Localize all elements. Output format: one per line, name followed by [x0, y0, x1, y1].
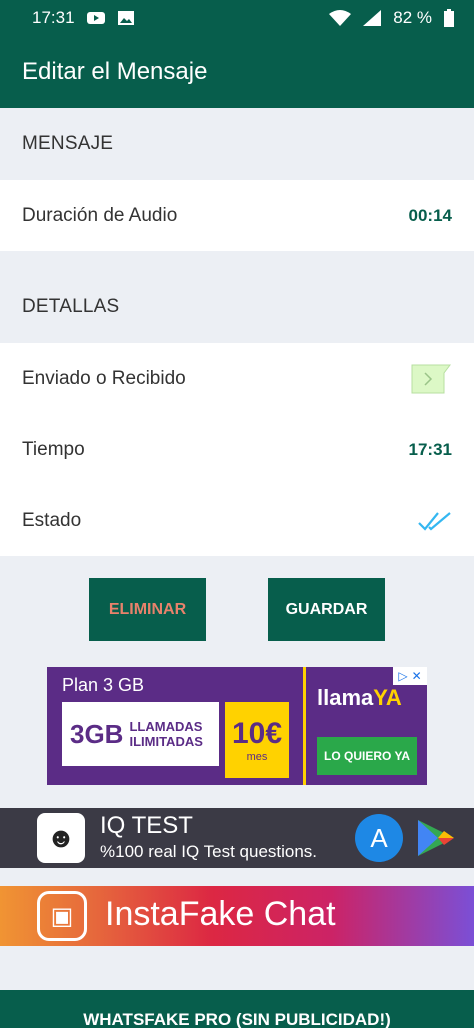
ad-banner-iq-test[interactable]: ☻ IQ TEST %100 real IQ Test questions. A [0, 808, 474, 868]
section-header-detalles: DETALLAS [0, 271, 474, 343]
pro-upgrade-label: WHATSFAKE PRO (SIN PUBLICIDAD!) [83, 1010, 391, 1028]
google-play-icon[interactable] [414, 818, 458, 858]
ad-price-period: mes [246, 751, 268, 763]
action-buttons: ELIMINAR GUARDAR [0, 556, 474, 666]
audio-duration-row[interactable]: Duración de Audio 00:14 [0, 180, 474, 251]
ad-divider [303, 667, 306, 785]
pro-upgrade-button[interactable]: WHATSFAKE PRO (SIN PUBLICIDAD!) [0, 990, 474, 1028]
delete-button[interactable]: ELIMINAR [89, 578, 206, 641]
battery-icon [444, 9, 454, 27]
ad-banner-llamaya[interactable]: Plan 3 GB 3GB LLAMADAS ILIMITADAS 10€ me… [47, 667, 427, 785]
ad-banner-instafake[interactable]: ▣ InstaFake Chat [0, 886, 474, 946]
ad-info-icon[interactable]: ▷ [398, 669, 407, 683]
sent-received-row[interactable]: Enviado o Recibido [0, 343, 474, 414]
brain-head-icon: ☻ [37, 813, 85, 863]
time-value[interactable]: 17:31 [409, 440, 452, 460]
ad-instafake-title: InstaFake Chat [105, 895, 336, 933]
ad-offer-line2: ILIMITADAS [129, 734, 203, 749]
image-icon [117, 11, 134, 25]
ad-offer-gb: 3GB [70, 718, 124, 749]
status-row[interactable]: Estado [0, 485, 474, 556]
battery-percent: 82 % [393, 8, 432, 27]
ad-plan-text: Plan 3 GB [62, 675, 145, 695]
inbox-icon: ▣ [37, 891, 87, 941]
sent-bubble-icon[interactable] [410, 363, 452, 395]
audio-duration-value[interactable]: 00:14 [409, 206, 452, 226]
ad-brand-a: llama [317, 685, 374, 710]
ad-iq-title: IQ TEST [100, 812, 193, 839]
ad-price-tag: 10€ mes [225, 702, 289, 778]
audio-duration-label: Duración de Audio [22, 204, 178, 226]
ad-choices-icon[interactable]: ▷ ✕ [393, 667, 427, 685]
ad-close-icon[interactable]: ✕ [412, 669, 422, 683]
time-label: Tiempo [22, 438, 85, 460]
ad-offer-line1: LLAMADAS [129, 719, 203, 734]
ad-brand-b: YA [373, 685, 402, 710]
section-header-mensaje: MENSAJE [0, 108, 474, 180]
youtube-icon [86, 12, 105, 24]
signal-icon [363, 10, 382, 26]
app-store-icon[interactable]: A [355, 814, 403, 862]
ad-cta-button[interactable]: LO QUIERO YA [317, 737, 417, 775]
status-time: 17:31 [32, 8, 75, 27]
ad-price: 10€ [231, 717, 283, 750]
ad-iq-subtitle: %100 real IQ Test questions. [100, 842, 318, 861]
double-check-icon[interactable] [418, 510, 452, 532]
sent-received-label: Enviado o Recibido [22, 367, 186, 389]
status-label: Estado [22, 509, 82, 531]
app-bar: Editar el Mensaje [0, 36, 474, 108]
ad-offer-box: 3GB LLAMADAS ILIMITADAS [62, 702, 219, 766]
status-bar: 17:31 82 % [0, 0, 474, 36]
page-title: Editar el Mensaje [22, 58, 208, 85]
time-row[interactable]: Tiempo 17:31 [0, 414, 474, 485]
wifi-icon [329, 10, 352, 26]
ad-brand-logo: llamaYA [317, 685, 402, 711]
section-gap [0, 251, 474, 271]
save-button[interactable]: GUARDAR [268, 578, 385, 641]
